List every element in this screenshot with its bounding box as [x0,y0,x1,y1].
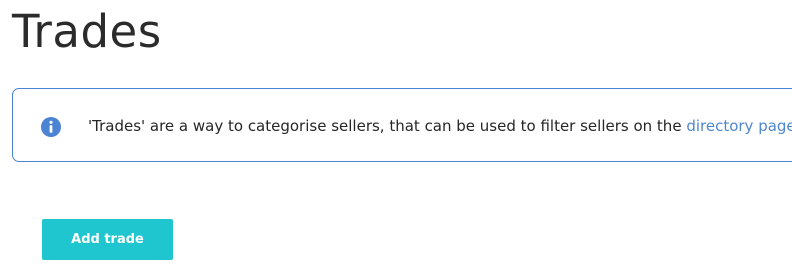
info-message: 'Trades' are a way to categorise sellers… [88,115,792,137]
add-trade-button[interactable]: Add trade [42,219,173,260]
page-title: Trades [12,5,162,58]
info-circle-icon [41,117,61,137]
trades-page: Trades 'Trades' are a way to categorise … [0,0,792,271]
info-message-text: 'Trades' are a way to categorise sellers… [88,117,687,135]
directory-page-link[interactable]: directory page. [686,117,792,135]
info-alert: 'Trades' are a way to categorise sellers… [12,88,792,162]
